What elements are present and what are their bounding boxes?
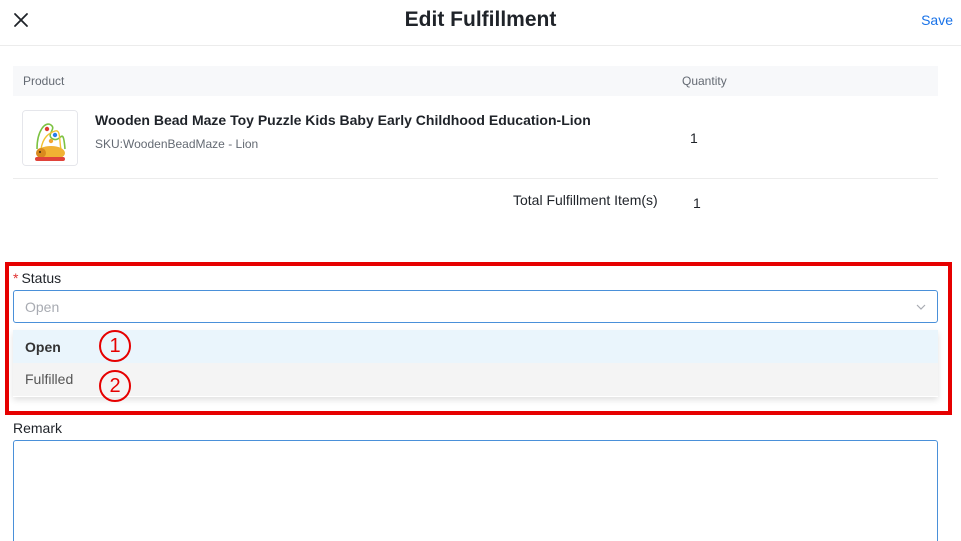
status-dropdown-menu: Open Fulfilled bbox=[13, 330, 938, 397]
status-option-label: Open bbox=[25, 339, 61, 355]
remark-input[interactable] bbox=[13, 440, 938, 541]
page-header: Edit Fulfillment Save bbox=[0, 0, 961, 46]
status-label: * Status bbox=[13, 270, 61, 286]
status-select[interactable]: Open bbox=[13, 290, 938, 323]
page-title: Edit Fulfillment bbox=[404, 8, 557, 31]
product-quantity: 1 bbox=[690, 130, 698, 146]
total-fulfillment-label: Total Fulfillment Item(s) bbox=[513, 192, 658, 208]
status-option-fulfilled[interactable]: Fulfilled bbox=[13, 363, 938, 396]
product-image-icon bbox=[23, 111, 77, 165]
table-header: Product Quantity bbox=[13, 66, 938, 96]
required-mark: * bbox=[13, 270, 19, 286]
column-header-quantity: Quantity bbox=[682, 74, 727, 88]
status-option-open[interactable]: Open bbox=[13, 330, 938, 363]
chevron-down-icon bbox=[915, 301, 927, 313]
table-row: Wooden Bead Maze Toy Puzzle Kids Baby Ea… bbox=[13, 97, 938, 179]
total-fulfillment-value: 1 bbox=[693, 195, 701, 211]
remark-label: Remark bbox=[13, 420, 63, 436]
close-icon bbox=[14, 13, 28, 27]
product-name: Wooden Bead Maze Toy Puzzle Kids Baby Ea… bbox=[95, 112, 591, 128]
product-sku: SKU:WoodenBeadMaze - Lion bbox=[95, 137, 259, 151]
status-selected-value: Open bbox=[25, 299, 60, 315]
status-label-text: Status bbox=[21, 270, 62, 286]
column-header-product: Product bbox=[23, 74, 65, 88]
save-button[interactable]: Save bbox=[921, 12, 953, 28]
status-option-label: Fulfilled bbox=[25, 371, 74, 387]
product-thumbnail bbox=[22, 110, 78, 166]
close-button[interactable] bbox=[10, 9, 32, 31]
